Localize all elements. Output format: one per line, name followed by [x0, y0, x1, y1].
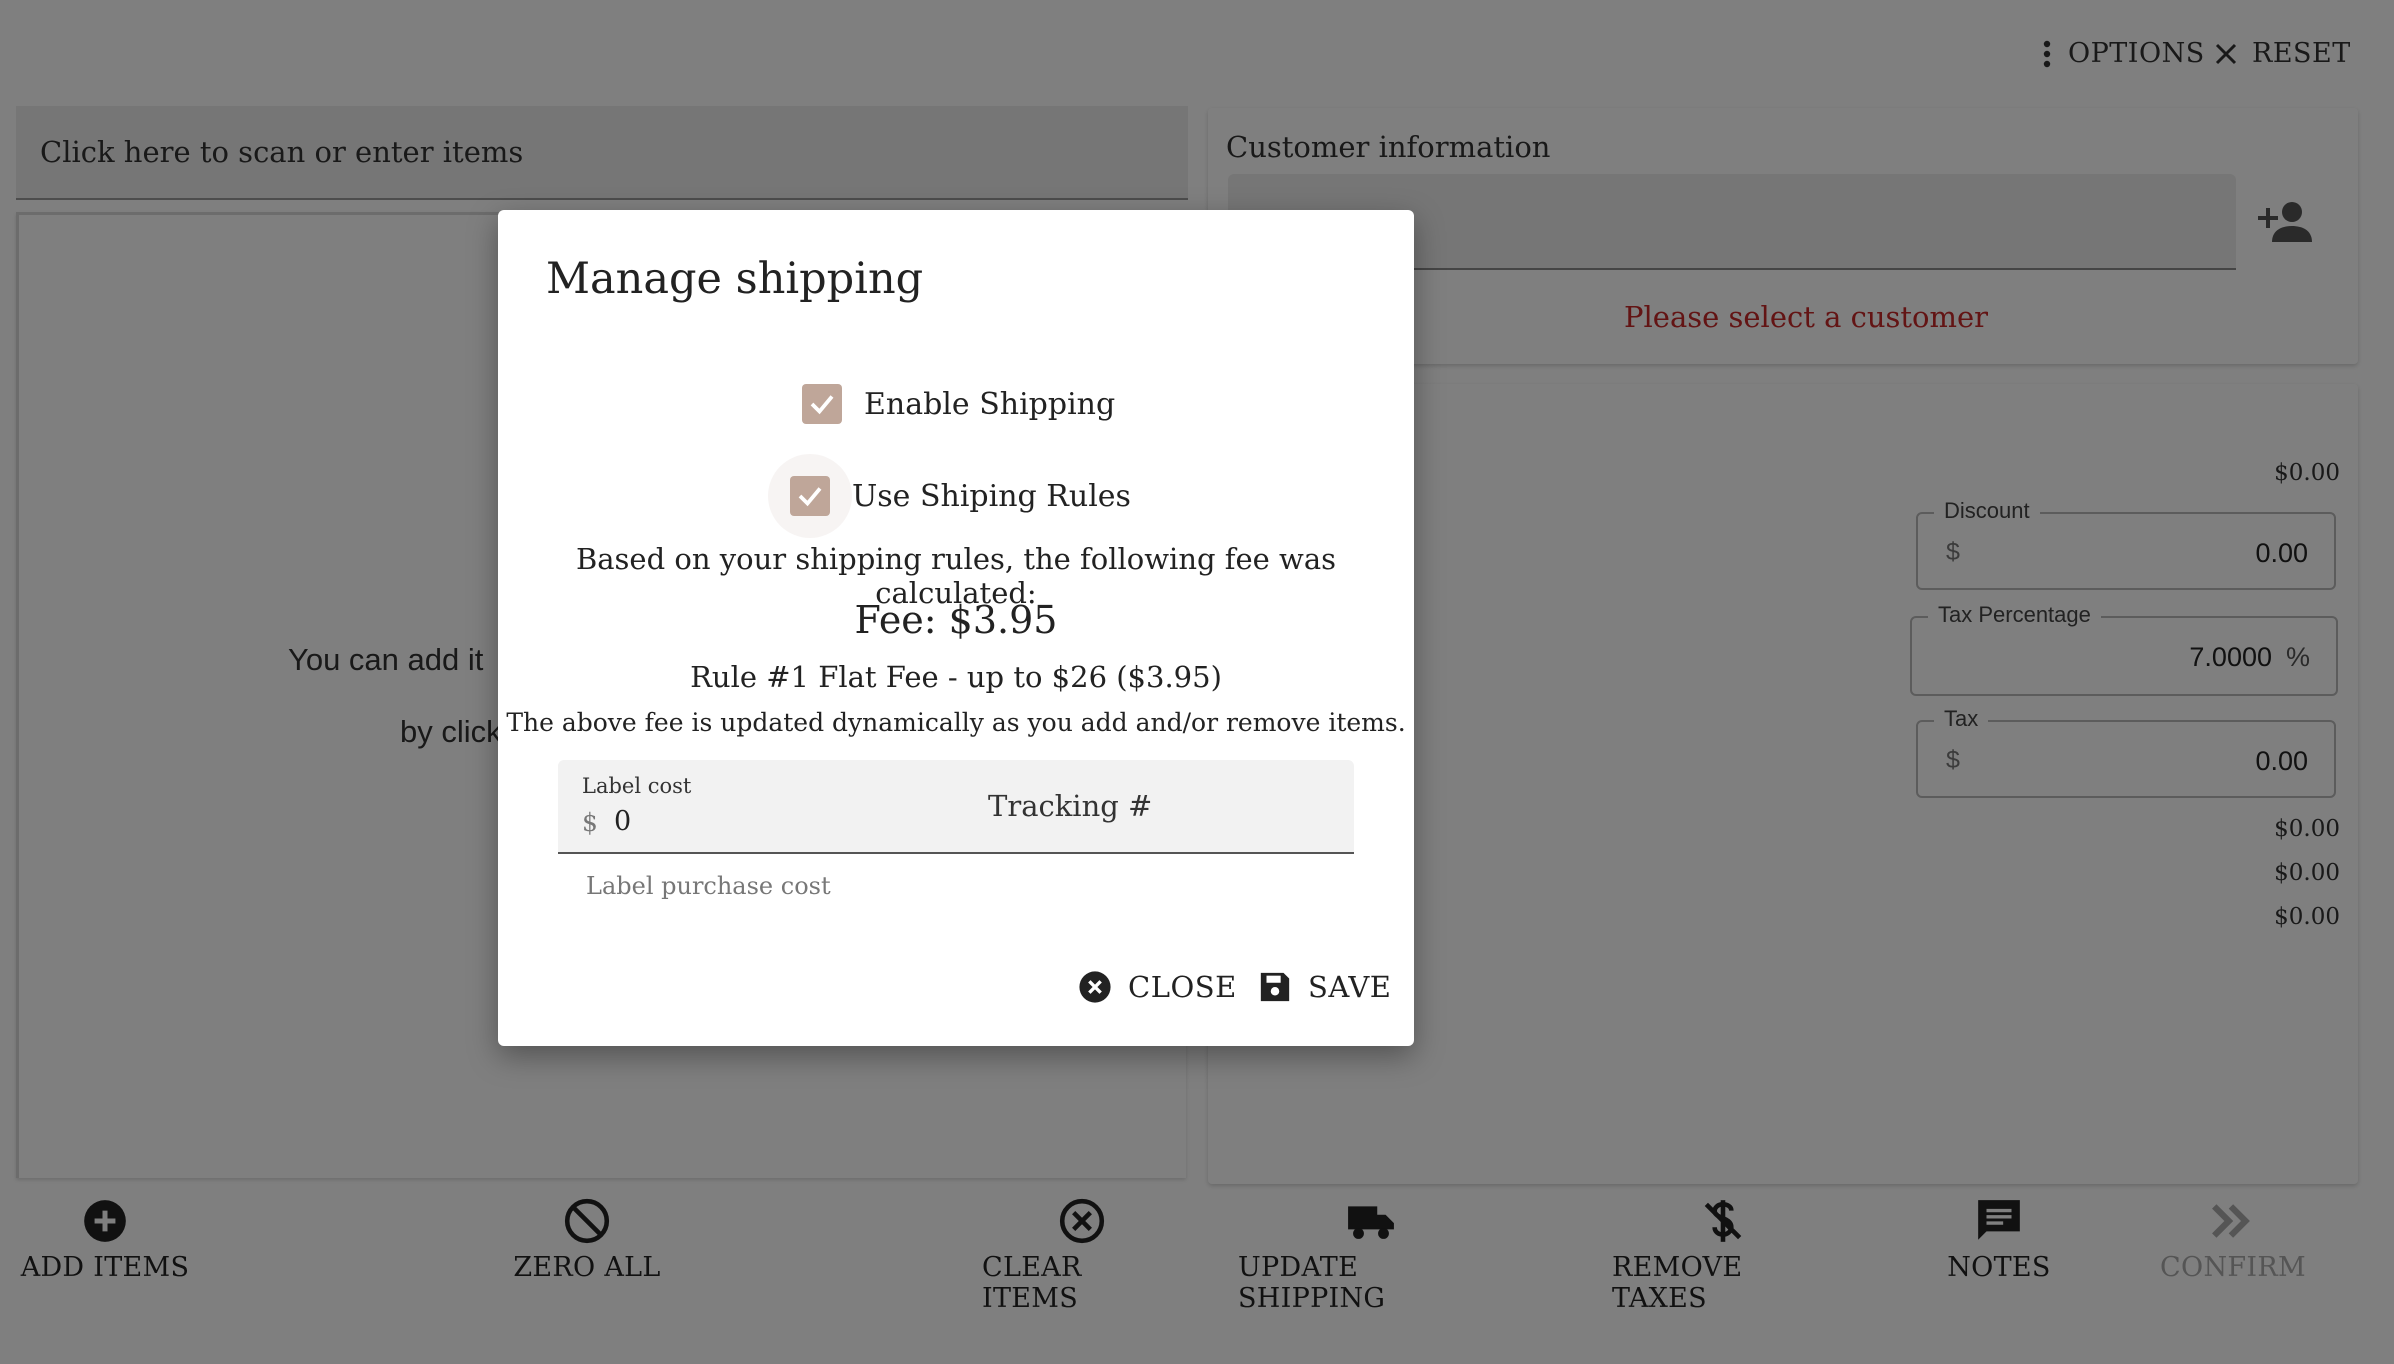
- use-rules-checkbox[interactable]: [790, 476, 830, 516]
- fee-value: Fee: $3.95: [854, 598, 1058, 642]
- use-rules-row[interactable]: Use Shiping Rules: [790, 476, 1131, 516]
- label-cost-label: Label cost: [582, 774, 692, 798]
- tracking-placeholder: Tracking #: [988, 789, 1153, 823]
- dialog-title: Manage shipping: [546, 254, 924, 304]
- label-cost-value: 0: [614, 806, 632, 837]
- enable-shipping-checkbox[interactable]: [802, 384, 842, 424]
- dynamic-note: The above fee is updated dynamically as …: [506, 708, 1406, 737]
- save-icon: [1260, 972, 1290, 1002]
- save-button[interactable]: SAVE: [1258, 970, 1391, 1004]
- check-icon: [810, 395, 834, 415]
- rule-applied: Rule #1 Flat Fee - up to $26 ($3.95): [690, 660, 1222, 694]
- close-button[interactable]: CLOSE: [1078, 970, 1237, 1004]
- manage-shipping-dialog: Manage shipping Enable Shipping Use Ship…: [498, 210, 1414, 1046]
- use-rules-label: Use Shiping Rules: [852, 478, 1131, 514]
- label-cost-input[interactable]: 0: [614, 806, 914, 840]
- label-cost-prefix: $: [582, 808, 598, 837]
- check-icon: [798, 487, 822, 507]
- label-cost-helper: Label purchase cost: [586, 872, 831, 900]
- enable-shipping-label: Enable Shipping: [864, 386, 1116, 422]
- close-label: CLOSE: [1128, 970, 1237, 1004]
- enable-shipping-row[interactable]: Enable Shipping: [802, 384, 1115, 424]
- tracking-input[interactable]: Tracking #: [968, 760, 1354, 852]
- cancel-icon: [1079, 971, 1111, 1003]
- shipping-fields: Label cost $ 0 Tracking #: [558, 760, 1354, 854]
- save-label: SAVE: [1308, 970, 1392, 1004]
